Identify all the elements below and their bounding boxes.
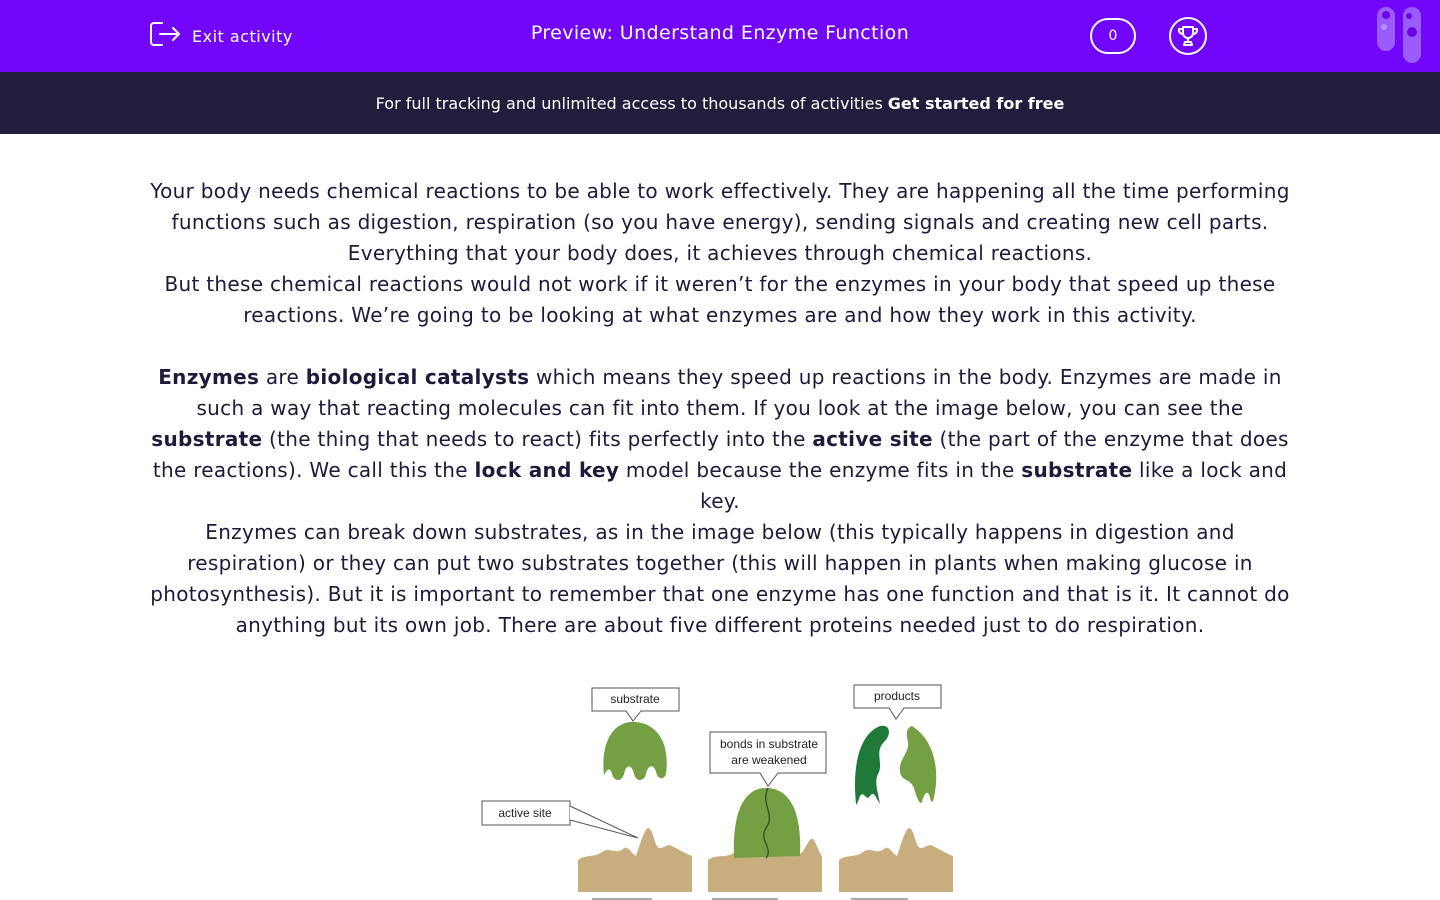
substrate-label: substrate <box>610 692 660 706</box>
bonds-callout: bonds in substrate are weakened <box>709 731 827 787</box>
paragraph-intro: Your body needs chemical reactions to be… <box>150 179 1290 265</box>
page-title: Preview: Understand Enzyme Function <box>530 22 910 44</box>
lesson-content: Your body needs chemical reactions to be… <box>145 176 1295 641</box>
edplace-logo-icon <box>1377 7 1421 63</box>
active-site-label: active site <box>498 806 552 820</box>
paragraph-lock-and-key: Enzymes are biological catalysts which m… <box>151 365 1289 513</box>
promo-text: For full tracking and unlimited access t… <box>375 93 883 113</box>
products-callout: products <box>853 684 942 720</box>
paragraph-functions: Enzymes can break down substrates, as in… <box>150 520 1290 637</box>
score-counter: 0 <box>1090 18 1136 54</box>
products-label: products <box>874 689 920 703</box>
trophy-button[interactable] <box>1169 17 1207 55</box>
substrate-shape <box>603 721 667 780</box>
product-shapes <box>855 725 937 805</box>
trophy-icon <box>1177 26 1199 46</box>
bonds-label-line1: bonds in substrate <box>720 737 818 751</box>
top-bar: Exit activity Preview: Understand Enzyme… <box>0 0 1440 72</box>
enzyme-diagram: substrate active site bonds in substrate… <box>481 684 953 900</box>
promo-banner: For full tracking and unlimited access t… <box>0 72 1440 134</box>
get-started-link[interactable]: Get started for free <box>888 94 1065 113</box>
paragraph-enzymes-intro: But these chemical reactions would not w… <box>164 272 1276 327</box>
bonds-label-line2: are weakened <box>731 753 806 767</box>
substrate-callout: substrate <box>591 687 680 722</box>
active-site-callout: active site <box>481 800 639 839</box>
